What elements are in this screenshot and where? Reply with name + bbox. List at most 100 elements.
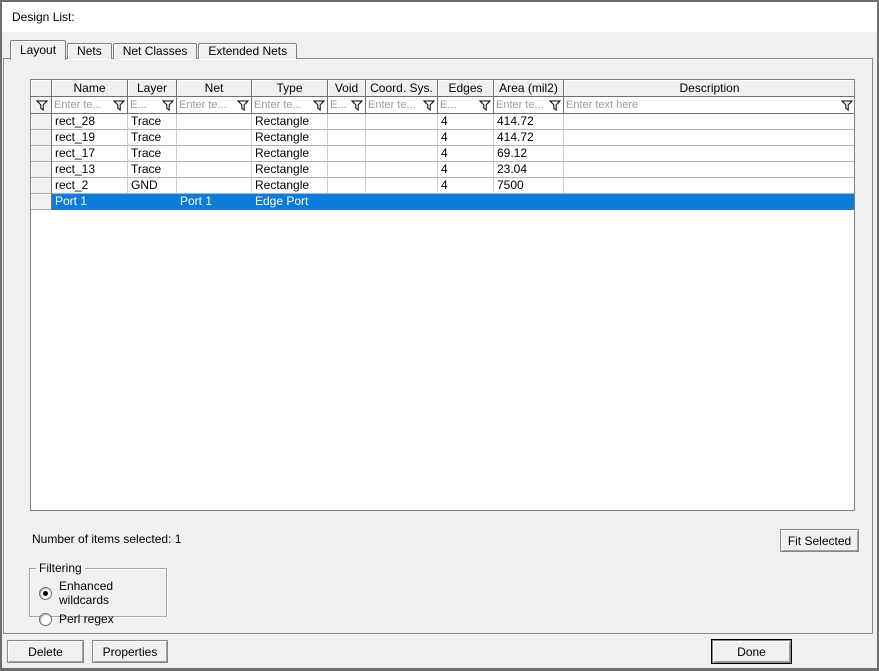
cell-layer: Trace — [128, 146, 177, 162]
filter-placeholder: Enter te... — [368, 99, 416, 111]
cell-area: 23.04 — [494, 162, 564, 178]
properties-button[interactable]: Properties — [92, 640, 168, 663]
cell-edges: 4 — [438, 162, 494, 178]
dialog-client: Layout Nets Net Classes Extended Nets Name L… — [2, 32, 877, 668]
dialog-titlebar: Design List: — [2, 2, 877, 32]
row-selector-cell[interactable] — [31, 146, 52, 162]
row-selector-cell[interactable] — [31, 178, 52, 194]
filter-funnel-icon — [351, 100, 363, 111]
cell-coord-sys — [366, 114, 438, 130]
fit-selected-button[interactable]: Fit Selected — [780, 529, 859, 552]
cell-edges — [438, 194, 494, 210]
filter-input-row-selector[interactable] — [31, 97, 52, 114]
tab-net-classes[interactable]: Net Classes — [112, 43, 198, 59]
tab-bar: Layout Nets Net Classes Extended Nets — [10, 40, 298, 60]
cell-coord-sys — [366, 178, 438, 194]
cell-type: Rectangle — [252, 130, 328, 146]
dialog-title: Design List: — [12, 10, 75, 24]
tab-nets[interactable]: Nets — [67, 43, 112, 59]
cell-edges: 4 — [438, 146, 494, 162]
column-header-layer[interactable]: Layer — [128, 80, 177, 97]
table-row[interactable]: rect_28 Trace Rectangle 4 414.72 — [31, 114, 854, 130]
cell-layer: Trace — [128, 130, 177, 146]
filter-funnel-icon — [113, 100, 125, 111]
column-header-edges[interactable]: Edges — [438, 80, 494, 97]
cell-name: Port 1 — [52, 194, 128, 210]
delete-button[interactable]: Delete — [7, 640, 84, 663]
filter-placeholder: Enter te... — [54, 99, 102, 111]
cell-area: 414.72 — [494, 130, 564, 146]
table-row[interactable]: rect_13 Trace Rectangle 4 23.04 — [31, 162, 854, 178]
filter-input-layer[interactable]: E... — [128, 97, 177, 114]
row-selector-cell[interactable] — [31, 162, 52, 178]
column-header-area[interactable]: Area (mil2) — [494, 80, 564, 97]
filtering-group-title: Filtering — [39, 561, 82, 575]
filter-input-edges[interactable]: E... — [438, 97, 494, 114]
filter-funnel-icon — [549, 100, 561, 111]
cell-area: 69.12 — [494, 146, 564, 162]
row-selector-cell[interactable] — [31, 130, 52, 146]
column-header-row-selector[interactable] — [31, 80, 52, 97]
filter-placeholder: E... — [130, 99, 147, 111]
filtering-group: Filtering Enhanced wildcards Perl regex — [29, 561, 167, 626]
column-header-name[interactable]: Name — [52, 80, 128, 97]
column-header-void[interactable]: Void — [328, 80, 366, 97]
filter-funnel-icon — [479, 100, 491, 111]
cell-coord-sys — [366, 194, 438, 210]
design-list-dialog: Design List: Layout Nets Net Classes Extend… — [2, 2, 877, 668]
filter-placeholder: Enter text here — [566, 99, 639, 111]
column-header-type[interactable]: Type — [252, 80, 328, 97]
column-header-net[interactable]: Net — [177, 80, 252, 97]
row-selector-cell[interactable] — [31, 194, 52, 210]
cell-type: Rectangle — [252, 146, 328, 162]
filter-input-void[interactable]: E... — [328, 97, 366, 114]
cell-coord-sys — [366, 146, 438, 162]
column-header-description[interactable]: Description — [564, 80, 854, 97]
cell-area: 414.72 — [494, 114, 564, 130]
cell-void — [328, 178, 366, 194]
design-items-table: Name Layer Net Type Void Coord. Sys. Edges Area… — [30, 79, 855, 511]
cell-area: 7500 — [494, 178, 564, 194]
filtering-options: Enhanced wildcards Perl regex — [39, 579, 166, 626]
radio-label: Perl regex — [59, 612, 114, 626]
filter-input-type[interactable]: Enter te... — [252, 97, 328, 114]
filter-input-name[interactable]: Enter te... — [52, 97, 128, 114]
cell-net — [177, 130, 252, 146]
selection-count-label: Number of items selected: 1 — [32, 532, 182, 546]
cell-name: rect_17 — [52, 146, 128, 162]
filter-input-net[interactable]: Enter te... — [177, 97, 252, 114]
cell-void — [328, 162, 366, 178]
radio-icon[interactable] — [39, 586, 52, 600]
table-row[interactable]: rect_17 Trace Rectangle 4 69.12 — [31, 146, 854, 162]
filter-placeholder: E... — [440, 99, 457, 111]
cell-name: rect_13 — [52, 162, 128, 178]
done-button[interactable]: Done — [712, 640, 791, 663]
cell-name: rect_19 — [52, 130, 128, 146]
cell-description — [564, 162, 854, 178]
cell-edges: 4 — [438, 130, 494, 146]
cell-void — [328, 146, 366, 162]
cell-type: Rectangle — [252, 178, 328, 194]
cell-description — [564, 130, 854, 146]
cell-void — [328, 114, 366, 130]
filter-input-coord-sys[interactable]: Enter te... — [366, 97, 438, 114]
radio-enhanced-wildcards[interactable]: Enhanced wildcards — [39, 579, 166, 607]
cell-description — [564, 178, 854, 194]
cell-net: Port 1 — [177, 194, 252, 210]
tab-extended-nets[interactable]: Extended Nets — [198, 43, 298, 59]
table-row[interactable]: rect_2 GND Rectangle 4 7500 — [31, 178, 854, 194]
tab-layout[interactable]: Layout — [10, 40, 67, 60]
cell-net — [177, 114, 252, 130]
filter-input-area[interactable]: Enter te... — [494, 97, 564, 114]
filter-input-description[interactable]: Enter text here — [564, 97, 854, 114]
radio-perl-regex[interactable]: Perl regex — [39, 612, 166, 626]
filter-funnel-icon — [841, 100, 853, 111]
cell-coord-sys — [366, 162, 438, 178]
cell-description — [564, 114, 854, 130]
column-header-coord-sys[interactable]: Coord. Sys. — [366, 80, 438, 97]
table-row[interactable]: rect_19 Trace Rectangle 4 414.72 — [31, 130, 854, 146]
radio-icon[interactable] — [39, 612, 52, 626]
cell-type: Edge Port — [252, 194, 328, 210]
row-selector-cell[interactable] — [31, 114, 52, 130]
table-row[interactable]: Port 1 Port 1 Edge Port — [31, 194, 854, 210]
